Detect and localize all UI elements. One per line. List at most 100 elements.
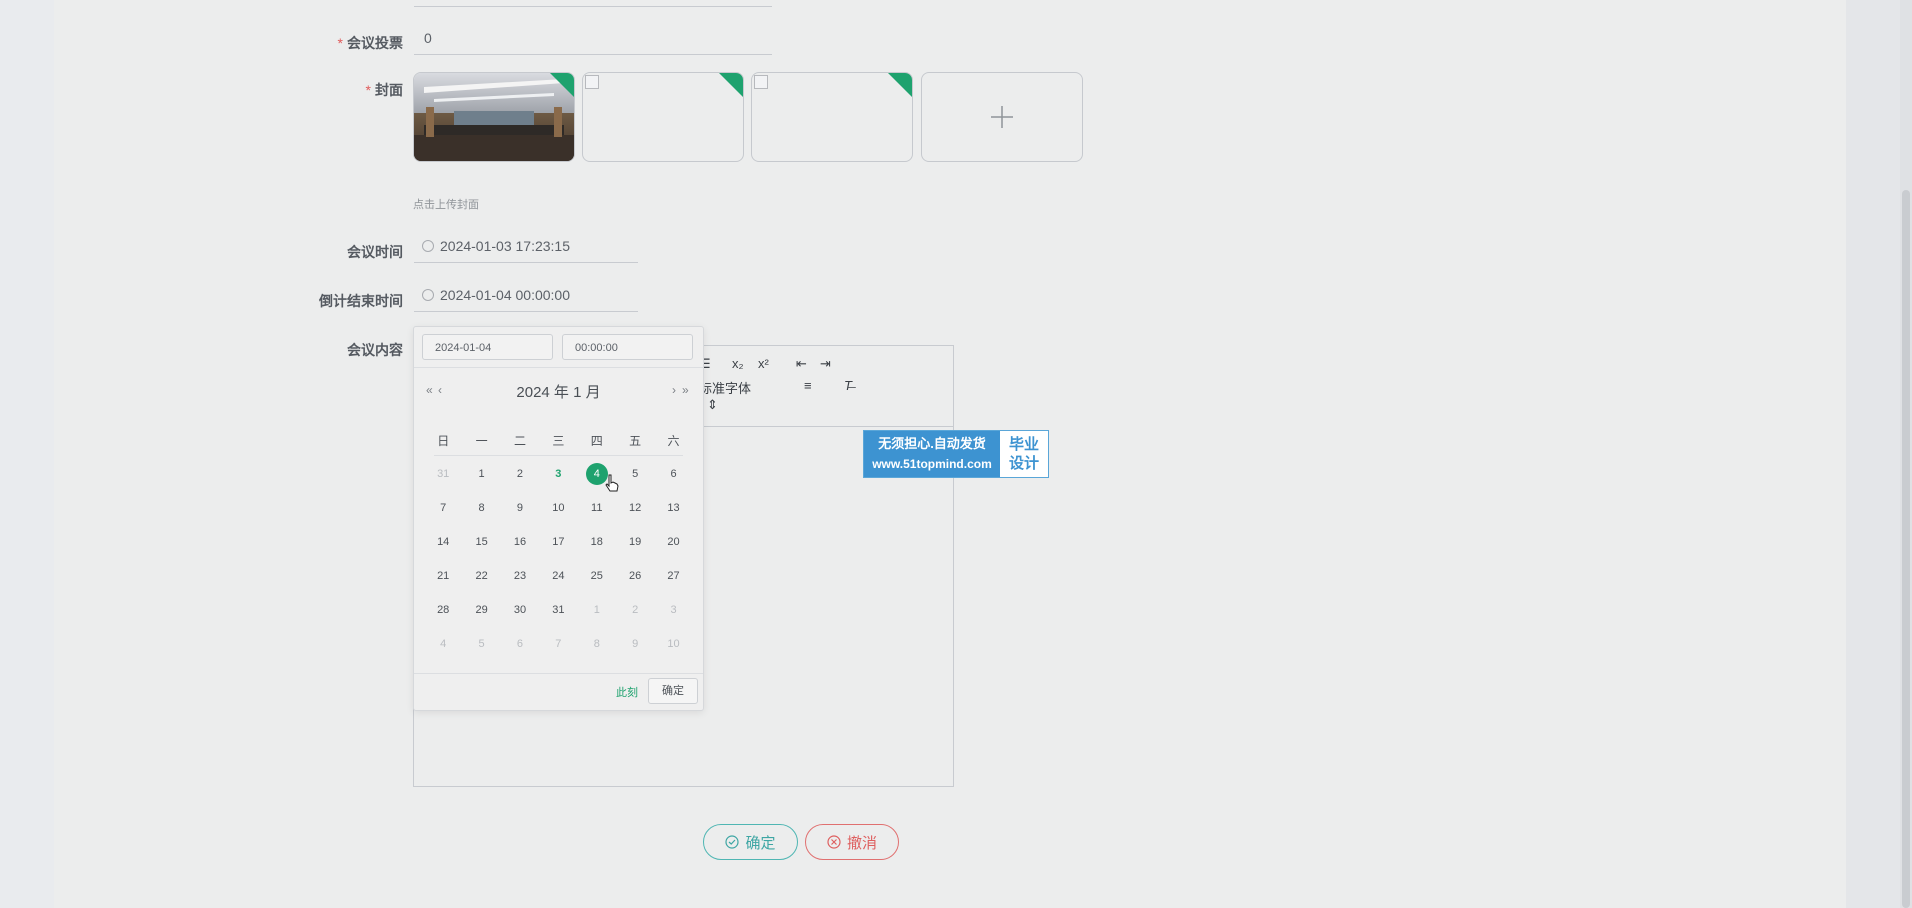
calendar-day-number: 23: [513, 570, 527, 582]
calendar-day[interactable]: 26: [616, 570, 654, 582]
scrollbar-thumb[interactable]: [1902, 190, 1910, 908]
countdown-end-value: 2024-01-04 00:00:00: [440, 287, 570, 303]
calendar-day[interactable]: 2: [616, 604, 654, 616]
calendar-week-row: 4 5 6 7 8 9 10: [424, 627, 693, 661]
font-select-value: 标准字体: [699, 381, 752, 396]
calendar-day[interactable]: 30: [501, 604, 539, 616]
cover-label: * 封面: [223, 80, 403, 100]
calendar-day[interactable]: 10: [539, 502, 577, 514]
calendar-day-today[interactable]: 3: [539, 468, 577, 480]
picker-divider: [414, 367, 703, 368]
calendar-day-number: 5: [478, 638, 485, 650]
add-cover-button[interactable]: [921, 72, 1083, 162]
calendar-day[interactable]: 6: [501, 638, 539, 650]
previous-field-underline: [414, 6, 772, 7]
calendar-day-number: 27: [667, 570, 680, 582]
next-year-icon[interactable]: »: [682, 383, 689, 397]
calendar-day[interactable]: 6: [654, 468, 692, 480]
calendar-day-number: 6: [670, 468, 677, 480]
subscript-button[interactable]: x₂: [732, 356, 744, 371]
calendar-day-number: 8: [593, 638, 600, 650]
calendar-day-number: 4: [440, 638, 447, 650]
meeting-time-input[interactable]: 2024-01-03 17:23:15: [414, 238, 638, 263]
clear-format-icon[interactable]: T̶: [844, 378, 852, 393]
calendar-day[interactable]: 8: [462, 502, 500, 514]
picker-year-month[interactable]: 2024 年 1 月: [414, 381, 703, 402]
calendar-day[interactable]: 22: [462, 570, 500, 582]
picker-confirm-button[interactable]: 确定: [648, 678, 698, 704]
watermark-right2: 设计: [1008, 455, 1039, 472]
calendar-day[interactable]: 20: [654, 536, 692, 548]
clock-icon: [422, 289, 434, 302]
calendar-day[interactable]: 4: [424, 638, 462, 650]
weekday-label: 三: [552, 433, 565, 448]
calendar-day[interactable]: 21: [424, 570, 462, 582]
calendar-day-number: 12: [629, 502, 642, 514]
outdent-icon[interactable]: ⇤: [796, 356, 807, 372]
cover-image-1[interactable]: [413, 72, 575, 162]
calendar-day-number: 8: [478, 502, 485, 514]
picker-date-input[interactable]: 2024-01-04: [422, 334, 553, 360]
calendar-day[interactable]: 23: [501, 570, 539, 582]
calendar-day[interactable]: 1: [578, 604, 616, 616]
calendar-day[interactable]: 14: [424, 536, 462, 548]
plus-icon: [991, 106, 1013, 128]
calendar-day[interactable]: 1: [462, 468, 500, 480]
calendar-day[interactable]: 25: [578, 570, 616, 582]
calendar-day-number: 5: [632, 468, 639, 480]
calendar-day[interactable]: 10: [654, 638, 692, 650]
calendar-day-number: 15: [475, 536, 488, 548]
calendar-day[interactable]: 7: [539, 638, 577, 650]
cover-image-3[interactable]: [751, 72, 913, 162]
calendar-day-number: 7: [555, 638, 562, 650]
picker-time-input[interactable]: 00:00:00: [562, 334, 693, 360]
calendar-day[interactable]: 3: [654, 604, 692, 616]
watermark-line2: www.51topmind.com: [872, 457, 992, 471]
calendar-day-number: 31: [437, 468, 450, 480]
calendar-day[interactable]: 7: [424, 502, 462, 514]
calendar-day[interactable]: 31: [539, 604, 577, 616]
calendar-day-number: 22: [475, 570, 488, 582]
calendar-day[interactable]: 9: [616, 638, 654, 650]
calendar-day[interactable]: 5: [462, 638, 500, 650]
calendar-day[interactable]: 17: [539, 536, 577, 548]
calendar-day[interactable]: 13: [654, 502, 692, 514]
calendar-day[interactable]: 27: [654, 570, 692, 582]
cancel-button[interactable]: 撤消: [805, 824, 899, 860]
confirm-button[interactable]: 确定: [703, 824, 798, 860]
calendar-day[interactable]: 2: [501, 468, 539, 480]
votes-input[interactable]: 0: [414, 30, 772, 55]
superscript-button[interactable]: x²: [758, 356, 769, 371]
indent-icon[interactable]: ⇥: [820, 356, 831, 372]
calendar-day[interactable]: 9: [501, 502, 539, 514]
calendar-day[interactable]: 16: [501, 536, 539, 548]
calendar-week-row: 7 8 9 10 11 12 13: [424, 491, 693, 525]
calendar-day-number: 29: [475, 604, 488, 616]
font-select[interactable]: 标准字体⇕: [699, 378, 769, 413]
calendar-day[interactable]: 11: [578, 502, 616, 514]
align-icon[interactable]: ≡: [804, 378, 812, 393]
calendar-day[interactable]: 18: [578, 536, 616, 548]
calendar-day[interactable]: 8: [578, 638, 616, 650]
votes-label-text: 会议投票: [347, 35, 403, 51]
weekday-label: 二: [513, 433, 526, 448]
calendar-day[interactable]: 19: [616, 536, 654, 548]
calendar-day[interactable]: 31: [424, 468, 462, 480]
cancel-button-label: 撤消: [846, 834, 877, 852]
calendar-grid: 日一二三四五六 31 1 2 3 4 5 6 7 8 9 10 11 12 13 14 15 16 17 18 19 2…: [424, 423, 693, 661]
cover-image-2[interactable]: [582, 72, 744, 162]
next-month-icon[interactable]: ›: [672, 383, 676, 397]
calendar-day-number: 16: [513, 536, 527, 548]
calendar-day[interactable]: 15: [462, 536, 500, 548]
calendar-day-number: 9: [632, 638, 639, 650]
calendar-day[interactable]: 29: [462, 604, 500, 616]
watermark-badge: 无须担心.自动发货 www.51topmind.com 毕业 设计: [863, 430, 1049, 478]
calendar-day-number: 3: [670, 604, 677, 616]
calendar-day[interactable]: 28: [424, 604, 462, 616]
calendar-day[interactable]: 12: [616, 502, 654, 514]
calendar-day-number: 28: [437, 604, 450, 616]
picker-now-button[interactable]: 此刻: [616, 684, 638, 700]
calendar-day[interactable]: 5: [616, 468, 654, 480]
calendar-day[interactable]: 24: [539, 570, 577, 582]
countdown-end-input[interactable]: 2024-01-04 00:00:00: [414, 287, 638, 312]
